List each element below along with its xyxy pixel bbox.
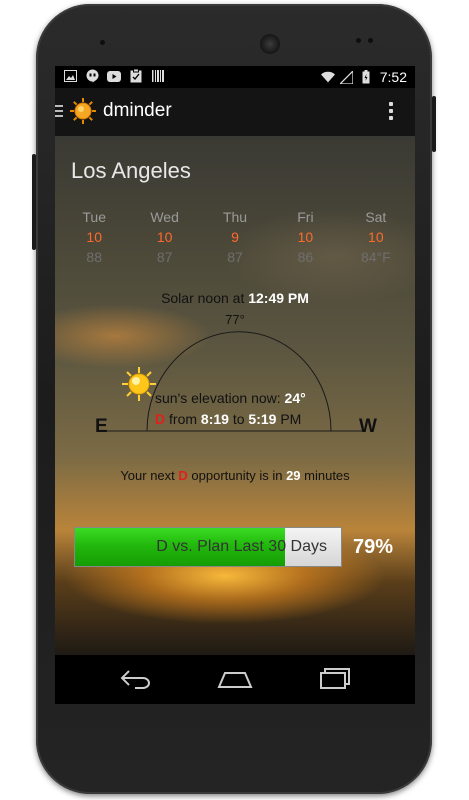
forecast-row: Tue 10 88 Wed 10 87 Thu 9 87 Fri 10 86 S… — [59, 207, 411, 267]
progress-percent: 79% — [353, 536, 394, 558]
west-label: W — [359, 416, 377, 437]
forecast-day-temp: 84°F — [360, 249, 391, 265]
recents-icon — [320, 668, 350, 689]
next-opportunity: Your next D opportunity is in 29 minutes — [55, 468, 415, 483]
home-icon — [217, 672, 253, 688]
forecast-day: Fri 10 86 — [270, 207, 340, 267]
overflow-menu-icon[interactable] — [389, 102, 393, 123]
clipboard-icon — [129, 69, 143, 83]
signal-icon — [340, 70, 354, 84]
city-name[interactable]: Los Angeles — [71, 158, 191, 184]
barcode-icon — [151, 69, 165, 83]
opportunity-minutes: 29 — [286, 468, 301, 483]
earpiece-speaker — [260, 34, 280, 54]
progress-label: D vs. Plan Last 30 Days — [156, 538, 327, 555]
from-label: from — [165, 411, 201, 427]
elevation-label: sun's elevation now: — [155, 390, 285, 406]
elevation-value: 24° — [284, 390, 306, 406]
opportunity-d: D — [178, 468, 188, 483]
forecast-day-name: Wed — [150, 209, 179, 225]
opportunity-prefix: Your next — [120, 468, 179, 483]
d-letter: D — [155, 411, 166, 427]
app-logo-sun-icon[interactable] — [69, 97, 97, 125]
forecast-day-temp: 87 — [156, 249, 173, 265]
pm-label: PM — [276, 411, 302, 427]
forecast-day-value: 9 — [231, 229, 239, 245]
window-start: 8:19 — [200, 411, 229, 427]
main-content: Los Angeles Tue 10 88 Wed 10 87 Thu 9 87… — [55, 136, 415, 655]
forecast-day-temp: 88 — [86, 249, 102, 265]
image-icon — [63, 69, 77, 83]
forecast-day-value: 10 — [156, 229, 173, 245]
forecast-day-name: Tue — [82, 209, 106, 225]
d-window: D from 8:19 to 5:19 PM — [155, 411, 301, 427]
youtube-icon — [107, 69, 121, 83]
battery-icon — [359, 70, 373, 84]
noon-temperature: 77° — [225, 312, 245, 327]
recents-button[interactable] — [315, 665, 355, 693]
sensor-dot — [368, 38, 373, 43]
front-camera — [100, 40, 105, 45]
forecast-day-name: Sat — [365, 209, 387, 225]
plan-progress-bar[interactable]: D vs. Plan Last 30 Days — [74, 527, 342, 567]
wifi-icon — [320, 70, 335, 84]
navigation-bar — [55, 655, 415, 704]
sensor-dot — [356, 38, 361, 43]
sun-elevation: sun's elevation now: 24° — [155, 390, 306, 406]
hangouts-icon — [85, 69, 99, 83]
action-bar: dminder — [55, 88, 415, 137]
solar-noon-line: Solar noon at 12:49 PM — [55, 290, 415, 306]
back-icon — [120, 670, 150, 689]
forecast-day-temp: 86 — [297, 249, 314, 265]
home-button[interactable] — [215, 665, 255, 693]
app-title: dminder — [103, 100, 172, 121]
forecast-day: Sat 10 84°F — [341, 207, 411, 267]
status-bar: 7:52 — [55, 66, 415, 88]
forecast-day: Thu 9 87 — [200, 207, 270, 267]
back-button[interactable] — [115, 665, 155, 693]
power-button — [432, 96, 436, 152]
opportunity-middle: opportunity is in — [187, 468, 287, 483]
window-end: 5:19 — [248, 411, 277, 427]
forecast-day-value: 10 — [86, 229, 102, 245]
forecast-day-name: Thu — [222, 209, 248, 225]
forecast-day: Tue 10 88 — [59, 207, 129, 267]
forecast-day-temp: 87 — [227, 249, 243, 265]
east-label: E — [95, 416, 108, 437]
forecast-day-name: Fri — [297, 209, 314, 225]
solar-noon-time: 12:49 PM — [248, 290, 309, 306]
sun-position-icon — [121, 366, 157, 402]
forecast-day: Wed 10 87 — [129, 207, 199, 267]
to-label: to — [228, 411, 249, 427]
screen: 7:52 dminder Los Angeles Tue 10 88 Wed 1… — [55, 66, 415, 704]
volume-button — [32, 154, 36, 250]
forecast-day-value: 10 — [368, 229, 384, 245]
solar-noon-label: Solar noon at — [161, 290, 249, 306]
opportunity-suffix: minutes — [300, 468, 350, 483]
drawer-menu-icon[interactable] — [55, 105, 63, 119]
forecast-day-value: 10 — [297, 229, 314, 245]
status-time: 7:52 — [379, 69, 407, 85]
